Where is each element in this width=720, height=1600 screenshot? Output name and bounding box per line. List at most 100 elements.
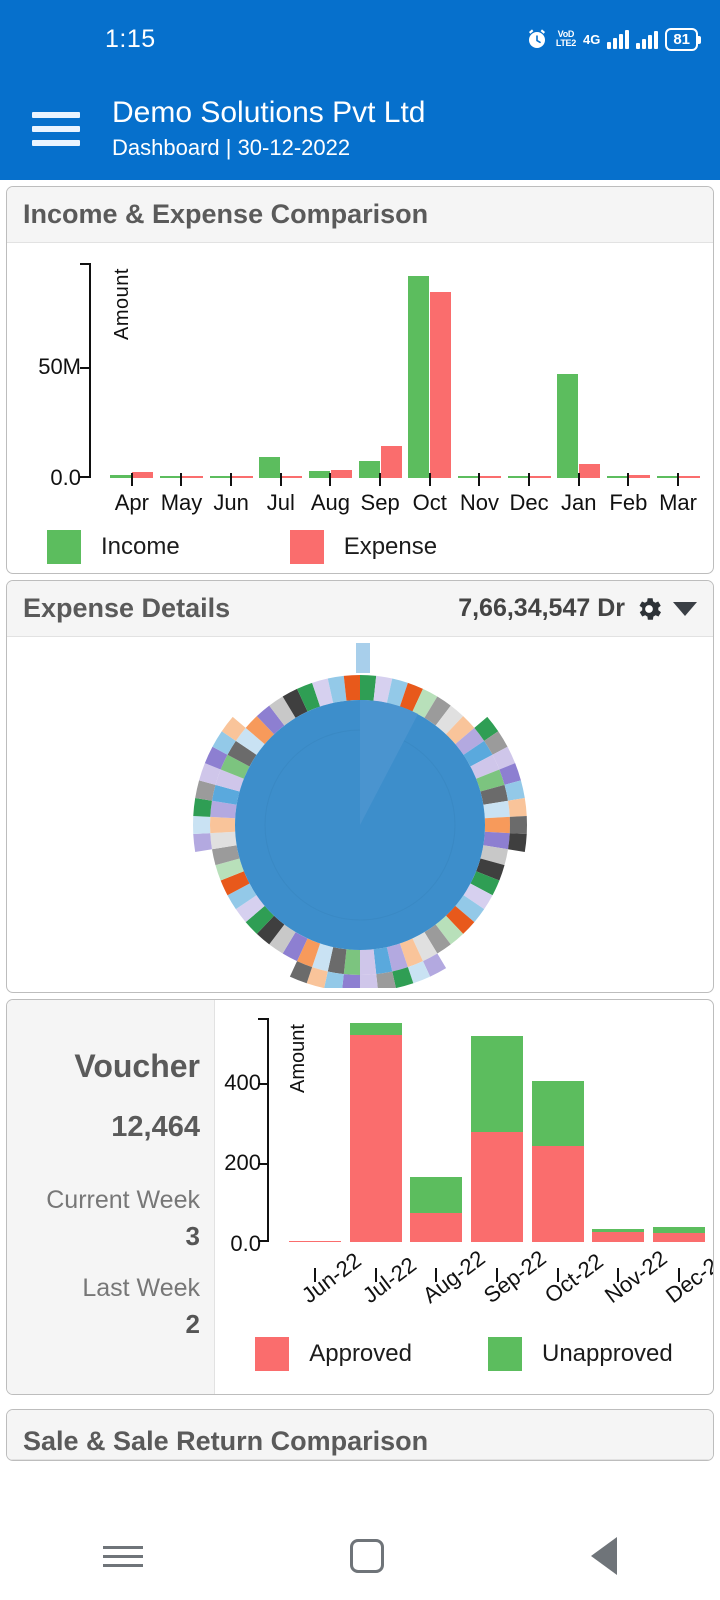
chart3-x-tick: Oct-22 [539,1248,608,1308]
page-title: Demo Solutions Pvt Ltd [112,96,426,129]
status-icons: VoD LTE2 4G 81 [525,27,701,51]
chart1-x-tick: Jan [557,473,601,516]
sale-return-title: Sale & Sale Return Comparison [23,1426,429,1456]
sunburst-segment[interactable] [193,797,212,817]
sunburst-segment[interactable] [360,675,377,701]
voucher-count: 12,464 [111,1111,200,1143]
chart1-bar-group[interactable] [408,263,452,478]
expense-details-card: Expense Details 7,66,34,547 Dr [6,580,714,993]
chart3-x-tick: Sep-22 [478,1245,551,1308]
legend-item-unapproved[interactable]: Unapproved [487,1337,673,1371]
sunburst-segment[interactable] [508,797,527,817]
chart1-bar-group[interactable] [656,263,700,478]
chart3-x-tick: Dec-22 [660,1245,714,1308]
chart3-segment-unapproved[interactable] [531,1080,584,1146]
chart1-bar-group[interactable] [606,263,650,478]
legend-item-income[interactable]: Income [47,530,180,564]
app-bar: Demo Solutions Pvt Ltd Dashboard | 30-12… [0,78,720,180]
chart3-segment-approved[interactable] [531,1145,584,1242]
chart3-segment-approved[interactable] [470,1132,523,1242]
chart3-segment-unapproved[interactable] [349,1023,402,1036]
chart3-segment-approved[interactable] [410,1212,463,1242]
home-icon[interactable] [349,1539,384,1573]
sunburst-segment[interactable] [484,816,510,834]
status-time: 1:15 [105,24,156,53]
expense-sunburst-chart[interactable] [7,637,713,992]
income-expense-card: Income & Expense Comparison Amount 0.0 5… [6,186,714,574]
chart1-bar-group[interactable] [209,263,253,478]
recents-icon[interactable] [103,1545,144,1567]
chart3-bar-stack[interactable] [470,1036,523,1242]
chart3-plot-area [285,1018,709,1242]
chart1-bar-group[interactable] [557,263,601,478]
chart1-x-tick: Dec [507,473,551,516]
legend-label-income: Income [101,533,180,560]
sunburst-segment[interactable] [360,974,378,988]
chart1-bar-group[interactable] [308,263,352,478]
chart1-bar-group[interactable] [159,263,203,478]
chart3-x-tick: Aug-22 [418,1245,491,1308]
sunburst-segment[interactable] [509,815,527,835]
chart3-bar-stack[interactable] [349,1023,402,1242]
chart1-x-axis: Apr May Jun Jul Aug Sep Oct Nov Dec Jan Feb Mar [107,473,703,516]
chart1-bar-group[interactable] [110,263,154,478]
chart1-plot-area [107,263,703,478]
last-week-value: 2 [185,1309,200,1339]
legend-label-approved: Approved [309,1340,412,1367]
chart1-bar-income[interactable] [408,276,430,478]
legend-swatch-unapproved [487,1337,522,1371]
legend-item-approved[interactable]: Approved [255,1337,412,1371]
sunburst-segment[interactable] [210,816,236,834]
chart1-x-tick: Aug [308,473,352,516]
chart1-bar-group[interactable] [457,263,501,478]
chart3-bar-stack[interactable] [410,1177,463,1242]
chevron-down-icon[interactable] [673,601,697,616]
sale-return-header: Sale & Sale Return Comparison [7,1410,713,1460]
chart3-segment-unapproved[interactable] [410,1177,463,1213]
sunburst-segment[interactable] [343,675,360,701]
gear-icon[interactable] [634,594,664,624]
voucher-card: Voucher 12,464 Current Week 3 Last Week … [6,999,714,1395]
chart1-x-tick: Apr [110,473,154,516]
chart3-x-tick: Nov-22 [600,1245,672,1308]
hamburger-menu-icon[interactable] [32,112,80,146]
legend-swatch-approved [255,1337,290,1371]
voucher-chart[interactable]: Amount 0.0 200 400 Jun-22 Jul-22 Aug-22 Sep… [215,1000,713,1394]
back-icon[interactable] [590,1537,617,1575]
sunburst-segment[interactable] [360,949,377,975]
legend-swatch-expense [289,530,324,564]
chart3-segment-unapproved[interactable] [470,1036,523,1133]
chart3-segment-approved[interactable] [652,1233,705,1242]
network-type-icon: 4G [582,31,601,47]
chart3-bar-stack[interactable] [289,1240,342,1242]
chart1-bar-group[interactable] [259,263,303,478]
sunburst-segment[interactable] [343,949,360,975]
app-bar-text: Demo Solutions Pvt Ltd Dashboard | 30-12… [112,95,426,163]
current-week-label: Current Week [46,1186,200,1214]
chart3-bar-stack[interactable] [652,1227,705,1242]
chart3-segment-approved[interactable] [289,1240,342,1242]
chart1-bar-group[interactable] [507,263,551,478]
chart1-bar-group[interactable] [358,263,402,478]
voucher-title: Voucher [74,1048,200,1084]
status-bar: 1:15 VoD LTE2 4G 81 [0,0,720,78]
chart1-x-tick: Sep [358,473,402,516]
sunburst-segment[interactable] [193,833,212,853]
income-expense-chart[interactable]: Amount 0.0 50M Apr May Jun Jul Aug Sep Oct Nov D… [7,243,713,573]
chart3-segment-approved[interactable] [592,1232,645,1242]
chart3-bars [285,1018,709,1242]
chart3-bar-stack[interactable] [531,1080,584,1242]
chart1-y-tick-0: 0.0 [50,465,81,490]
sunburst-svg [193,643,527,988]
chart3-y-tick-0: 0.0 [230,1231,261,1256]
chart1-bar-income[interactable] [557,373,579,478]
sunburst-segment[interactable] [508,833,527,853]
chart1-bar-expense[interactable] [430,291,452,478]
voucher-summary: Voucher 12,464 Current Week 3 Last Week … [7,1000,215,1394]
chart3-segment-approved[interactable] [349,1035,402,1242]
sunburst-segment[interactable] [342,974,360,988]
chart3-bar-stack[interactable] [592,1229,645,1242]
chart1-y-tick-1: 50M [38,354,81,380]
legend-item-expense[interactable]: Expense [289,530,437,564]
sunburst-segment[interactable] [193,815,211,835]
